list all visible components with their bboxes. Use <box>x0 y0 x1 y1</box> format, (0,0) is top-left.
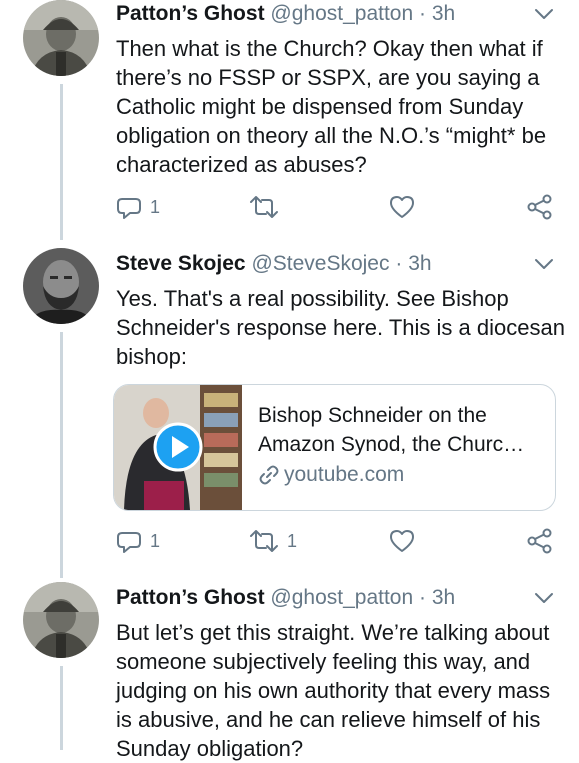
reply-count: 1 <box>150 530 161 551</box>
user-handle[interactable]: @SteveSkojec <box>251 252 389 275</box>
avatar-pattons-ghost[interactable] <box>23 582 99 658</box>
share-button[interactable] <box>526 526 554 556</box>
heart-icon <box>390 196 414 218</box>
thread-line <box>60 332 63 578</box>
retweet-icon <box>250 196 278 218</box>
reply-button[interactable]: 1 <box>116 526 160 556</box>
tweet-header: Steve Skojec @SteveSkojec · 3h <box>116 252 432 276</box>
reply-icon <box>117 198 141 219</box>
share-button[interactable] <box>526 192 554 222</box>
thread-line <box>60 666 63 750</box>
avatar-image <box>23 582 99 658</box>
tweet-3[interactable]: Patton’s Ghost @ghost_patton · 3h But le… <box>0 582 579 761</box>
display-name[interactable]: Patton’s Ghost <box>116 2 265 25</box>
link-card[interactable]: Bishop Schneider on the Amazon Synod, th… <box>113 384 556 511</box>
tweet-2[interactable]: Steve Skojec @SteveSkojec · 3h Yes. That… <box>0 248 579 578</box>
card-title[interactable]: Bishop Schneider on the Amazon Synod, th… <box>258 401 543 459</box>
retweet-button[interactable] <box>249 192 287 222</box>
card-domain-text: youtube.com <box>284 463 405 486</box>
thread-line <box>60 84 63 240</box>
retweet-icon <box>250 530 278 552</box>
separator-dot: · <box>419 2 427 25</box>
video-thumbnail[interactable] <box>114 385 242 510</box>
chevron-down-icon[interactable] <box>533 591 555 605</box>
user-handle[interactable]: @ghost_patton <box>270 586 413 609</box>
display-name[interactable]: Patton’s Ghost <box>116 586 265 609</box>
reply-count: 1 <box>150 196 161 217</box>
tweet-actions: 1 1 <box>116 526 556 556</box>
tweet-1[interactable]: Patton’s Ghost @ghost_patton · 3h Then w… <box>0 0 579 240</box>
tweet-text: But let’s get this straight. We’re talki… <box>116 620 551 761</box>
separator-dot: · <box>419 586 427 609</box>
separator-dot: · <box>395 252 403 275</box>
timestamp[interactable]: 3h <box>408 252 431 275</box>
retweet-button[interactable]: 1 <box>249 526 297 556</box>
user-handle[interactable]: @ghost_patton <box>270 2 413 25</box>
play-icon[interactable] <box>153 422 203 472</box>
chevron-down-icon[interactable] <box>533 7 555 21</box>
link-icon <box>259 465 279 485</box>
avatar-pattons-ghost[interactable] <box>23 0 99 76</box>
timestamp[interactable]: 3h <box>432 2 455 25</box>
chevron-down-icon[interactable] <box>533 257 555 271</box>
tweet-header: Patton’s Ghost @ghost_patton · 3h <box>116 586 455 610</box>
tweet-actions: 1 <box>116 192 556 222</box>
avatar-image <box>23 248 99 324</box>
like-button[interactable] <box>388 526 424 556</box>
share-icon <box>527 194 552 220</box>
card-domain[interactable]: youtube.com <box>258 463 404 487</box>
tweet-text: Then what is the Church? Okay then what … <box>116 36 547 177</box>
reply-button[interactable]: 1 <box>116 192 160 222</box>
avatar-steve-skojec[interactable] <box>23 248 99 324</box>
reply-icon <box>117 532 141 553</box>
heart-icon <box>390 530 414 552</box>
like-button[interactable] <box>388 192 424 222</box>
display-name[interactable]: Steve Skojec <box>116 252 246 275</box>
share-icon <box>527 528 552 554</box>
tweet-header: Patton’s Ghost @ghost_patton · 3h <box>116 2 455 26</box>
avatar-image <box>23 0 99 76</box>
timestamp[interactable]: 3h <box>432 586 455 609</box>
tweet-text: Yes. That's a real possibility. See Bish… <box>116 286 565 369</box>
retweet-count: 1 <box>287 530 298 551</box>
